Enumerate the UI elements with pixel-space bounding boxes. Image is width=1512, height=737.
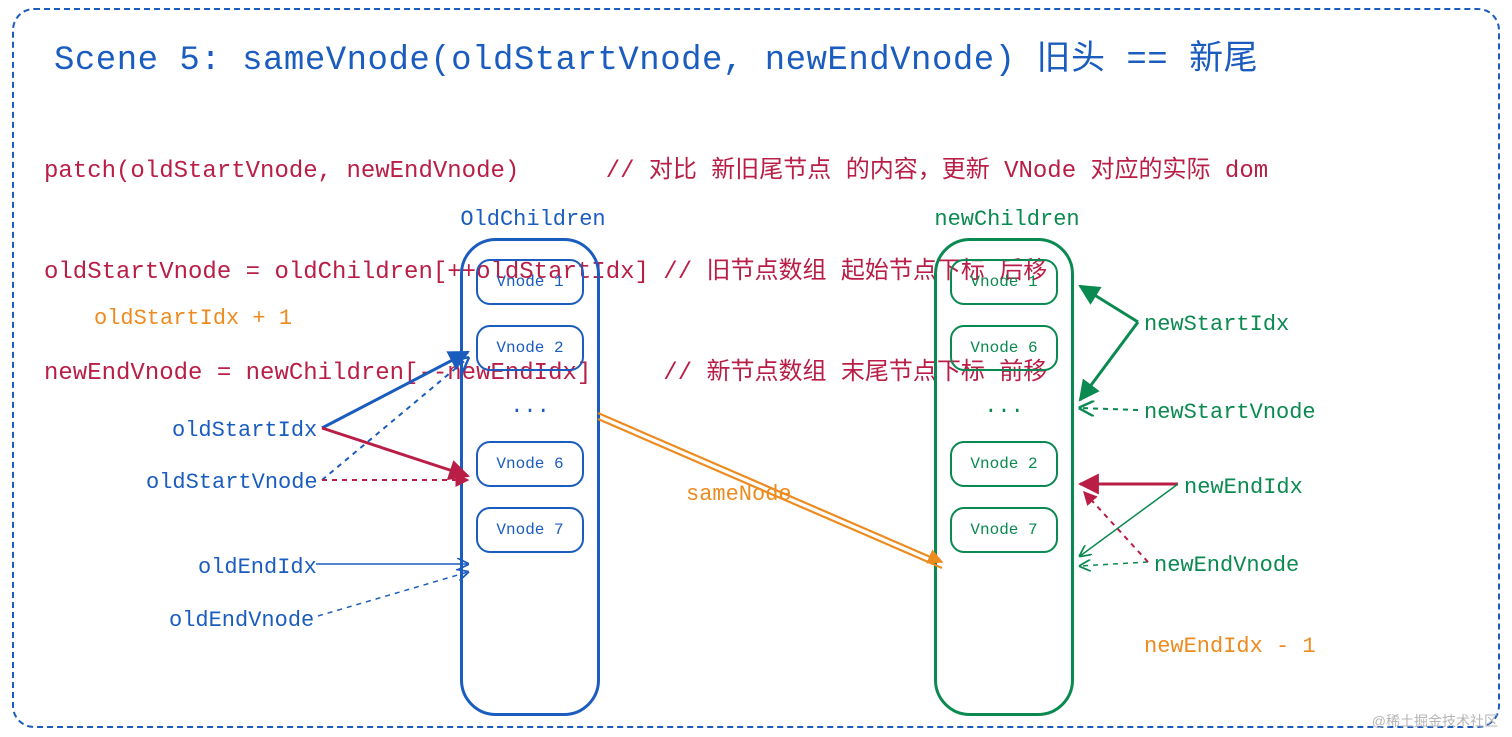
new-vnode-6: Vnode 6 — [950, 325, 1058, 371]
code-line-2: oldStartVnode = oldChildren[++oldStartId… — [44, 256, 1268, 290]
new-start-idx-label: newStartIdx — [1144, 312, 1289, 337]
old-vnode-2: Vnode 2 — [476, 325, 584, 371]
new-vnode-7: Vnode 7 — [950, 507, 1058, 553]
old-vnode-6: Vnode 6 — [476, 441, 584, 487]
new-vnode-2: Vnode 2 — [950, 441, 1058, 487]
old-start-idx-label: oldStartIdx — [172, 418, 317, 443]
old-vnode-1: Vnode 1 — [476, 259, 584, 305]
watermark: @稀土掘金技术社区 — [1372, 711, 1498, 731]
old-end-vnode-label: oldEndVnode — [169, 608, 314, 633]
old-end-idx-label: oldEndIdx — [198, 555, 317, 580]
new-end-vnode-label: newEndVnode — [1154, 553, 1299, 578]
old-ellipsis: ... — [510, 391, 550, 421]
code-line-3: newEndVnode = newChildren[--newEndIdx] /… — [44, 357, 1268, 391]
code-line-1: patch(oldStartVnode, newEndVnode) // 对比 … — [44, 155, 1268, 189]
old-vnode-7: Vnode 7 — [476, 507, 584, 553]
diagram-frame: Scene 5: sameVnode(oldStartVnode, newEnd… — [12, 8, 1500, 728]
new-children-column: newChildren Vnode 1 Vnode 6 ... Vnode 2 … — [934, 238, 1074, 716]
old-start-vnode-label: oldStartVnode — [146, 470, 318, 495]
new-end-idx-label: newEndIdx — [1184, 475, 1303, 500]
new-end-idx-minus: newEndIdx - 1 — [1144, 634, 1316, 659]
old-children-column: OldChildren Vnode 1 Vnode 2 ... Vnode 6 … — [460, 238, 600, 716]
new-children-label: newChildren — [907, 207, 1107, 232]
new-start-vnode-label: newStartVnode — [1144, 400, 1316, 425]
old-children-label: OldChildren — [433, 207, 633, 232]
new-vnode-1: Vnode 1 — [950, 259, 1058, 305]
old-start-idx-plus: oldStartIdx + 1 — [94, 306, 292, 331]
code-block: patch(oldStartVnode, newEndVnode) // 对比 … — [44, 88, 1268, 458]
new-ellipsis: ... — [984, 391, 1024, 421]
scene-title: Scene 5: sameVnode(oldStartVnode, newEnd… — [54, 30, 1258, 80]
same-node-label: sameNode — [686, 482, 792, 507]
